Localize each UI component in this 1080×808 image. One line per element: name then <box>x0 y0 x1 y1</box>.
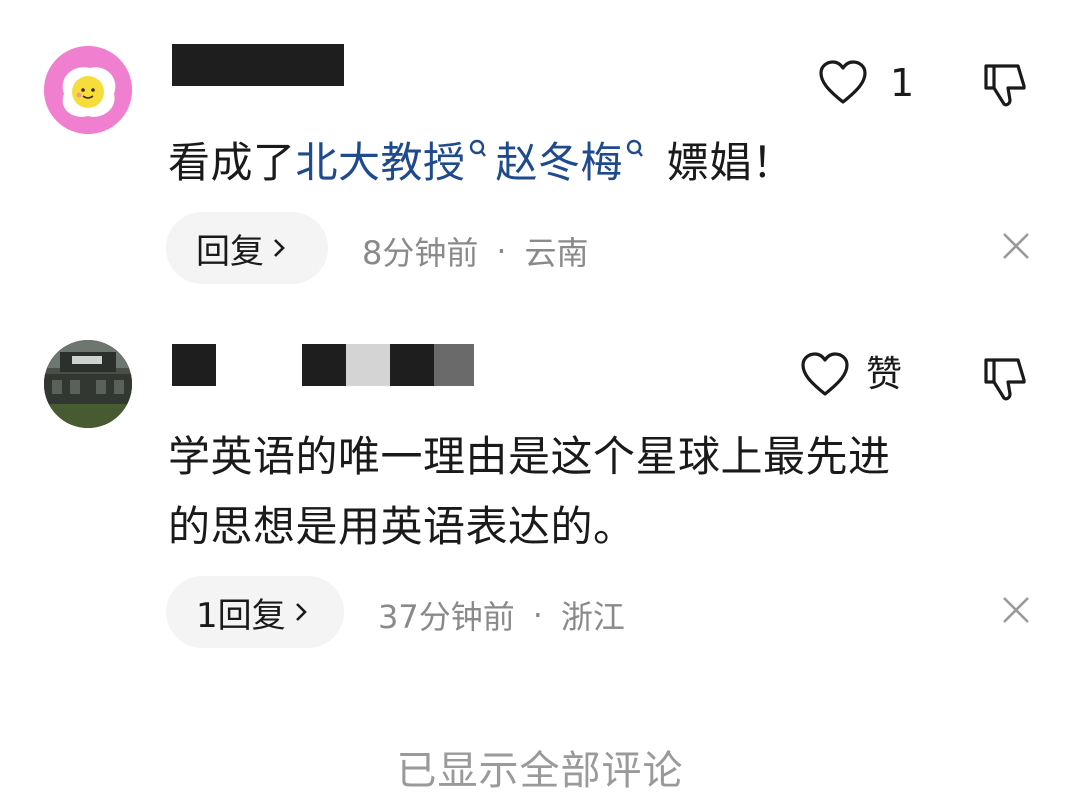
like-label: 赞 <box>866 354 903 395</box>
close-button[interactable] <box>1000 594 1032 626</box>
thumbs-down-icon <box>984 64 1026 107</box>
close-icon <box>1003 233 1029 259</box>
redaction-block <box>302 344 346 386</box>
comment-time: 8分钟前 <box>362 234 479 272</box>
like-button[interactable]: 赞 <box>800 352 902 398</box>
building-photo-avatar-icon <box>44 340 132 428</box>
keyword-link[interactable]: 赵冬梅 <box>496 138 624 187</box>
fried-egg-avatar-icon <box>44 46 132 134</box>
comment-text-suffix: 嫖娼！ <box>653 138 795 187</box>
heart-outline-icon <box>819 60 867 104</box>
comment-text-prefix: 看成了 <box>168 138 296 187</box>
dislike-button[interactable] <box>978 56 1034 112</box>
reply-button[interactable]: 回复 <box>166 212 328 284</box>
comment-text-line: 的思想是用英语表达的。 <box>168 502 636 551</box>
comment-text-line: 学英语的唯一理由是这个星球上最先进 <box>168 432 891 481</box>
redaction-block <box>390 344 434 386</box>
comment-meta: 8分钟前 · 云南 <box>362 228 589 274</box>
meta-separator: · <box>496 232 507 270</box>
comment-meta: 37分钟前 · 浙江 <box>378 592 625 638</box>
reply-label: 1回复 <box>196 595 286 636</box>
redaction-block <box>172 44 344 86</box>
comment-text: 看成了北大教授 赵冬梅 嫖娼！ <box>168 134 794 192</box>
username-redacted[interactable] <box>172 344 474 386</box>
comment-location: 云南 <box>524 234 589 272</box>
avatar[interactable] <box>44 46 132 134</box>
keyword-link[interactable]: 北大教授 <box>296 138 466 187</box>
username-redacted[interactable] <box>172 44 344 86</box>
thumbs-down-icon <box>984 358 1026 401</box>
like-count: 1 <box>890 61 915 105</box>
comments-section: 1 看成了北大教授 赵冬梅 嫖娼！ 回复 8分钟前 · 云南 赞 学英语的唯一理… <box>0 0 1080 808</box>
redaction-block <box>346 344 390 386</box>
meta-separator: · <box>532 596 543 634</box>
close-icon <box>1003 597 1029 623</box>
redaction-block <box>172 344 216 386</box>
close-button[interactable] <box>1000 230 1032 262</box>
reply-button[interactable]: 1回复 <box>166 576 344 648</box>
all-comments-shown-note: 已显示全部评论 <box>396 748 684 794</box>
heart-outline-icon <box>801 352 849 396</box>
comment-location: 浙江 <box>560 598 625 636</box>
chevron-right-icon <box>295 603 307 621</box>
chevron-right-icon <box>274 239 285 257</box>
avatar[interactable] <box>44 340 132 428</box>
search-icon <box>626 139 643 157</box>
search-icon <box>469 139 486 157</box>
redaction-block <box>434 344 474 386</box>
reply-label: 回复 <box>196 231 264 272</box>
like-button[interactable]: 1 <box>818 60 914 106</box>
comment-text: 学英语的唯一理由是这个星球上最先进 的思想是用英语表达的。 <box>168 428 891 556</box>
comment-time: 37分钟前 <box>378 598 515 636</box>
dislike-button[interactable] <box>978 350 1034 406</box>
